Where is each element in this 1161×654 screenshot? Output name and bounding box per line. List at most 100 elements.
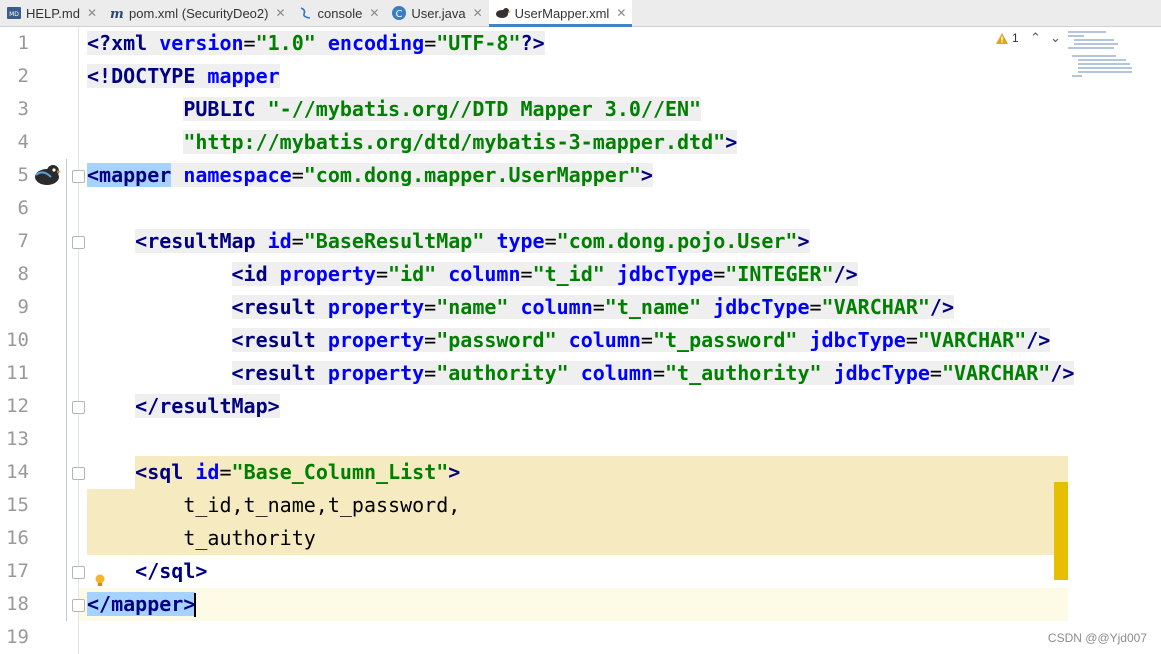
code-line[interactable]: 15 t_id,t_name,t_password, (0, 489, 1161, 522)
tab-label: User.java (411, 5, 466, 21)
token-attr: jdbcType (713, 295, 810, 319)
code-line[interactable]: 7 <resultMap id="BaseResultMap" type="co… (0, 225, 1161, 258)
token-punc (797, 328, 810, 352)
code-line[interactable]: 10 <result property="password" column="t… (0, 324, 1161, 357)
token-val: "UTF-8" (436, 31, 521, 55)
token-val: "Base_Column_List" (231, 460, 449, 484)
tab-label: HELP.md (26, 5, 80, 21)
token-val: "name" (436, 295, 509, 319)
code-text: <resultMap id="BaseResultMap" type="com.… (87, 225, 810, 258)
code-text: </sql> (87, 555, 207, 588)
code-line[interactable]: 6 (0, 192, 1161, 225)
token-punc (436, 262, 449, 286)
token-val: "t_name" (604, 295, 702, 319)
token-tag: > (640, 163, 653, 187)
token-punc (821, 361, 834, 385)
code-line[interactable]: 2 <!DOCTYPE mapper (0, 60, 1161, 93)
code-line[interactable]: 16 t_authority (0, 522, 1161, 555)
code-line[interactable]: 9 <result property="name" column="t_name… (0, 291, 1161, 324)
close-icon[interactable]: ✕ (275, 6, 285, 20)
code-line[interactable]: 3 PUBLIC "-//mybatis.org//DTD Mapper 3.0… (0, 93, 1161, 126)
code-editor[interactable]: 1 ⌃ ⌄ 1 <?xml version="1.0" encoding="UTF… (0, 27, 1161, 654)
token-val: "t_id" (532, 262, 605, 286)
svg-text:MD: MD (9, 11, 19, 18)
token-punc (508, 295, 521, 319)
code-line[interactable]: 11 <result property="authority" column="… (0, 357, 1161, 390)
token-attr: column (568, 328, 641, 352)
watermark: CSDN @@Yjd007 (1047, 631, 1147, 645)
token-val: "VARCHAR" (917, 328, 1027, 352)
fold-end-icon[interactable] (72, 566, 85, 579)
code-text: PUBLIC "-//mybatis.org//DTD Mapper 3.0//… (87, 93, 702, 126)
close-icon[interactable]: ✕ (87, 6, 97, 20)
token-attr: mapper (207, 64, 280, 88)
token-attr: jdbcType (809, 328, 906, 352)
close-icon[interactable]: ✕ (616, 6, 626, 20)
token-tag: <!DOCTYPE (87, 64, 208, 88)
code-text: <?xml version="1.0" encoding="UTF-8"?> (87, 27, 545, 60)
fold-end-icon[interactable] (72, 599, 85, 612)
fold-collapse-icon[interactable] (72, 467, 85, 480)
java-class-icon: C (391, 5, 407, 21)
token-tag: </resultMap> (135, 394, 280, 418)
code-line[interactable]: 14 <sql id="Base_Column_List"> (0, 456, 1161, 489)
token-attr: jdbcType (616, 262, 714, 286)
code-line[interactable]: 13 (0, 423, 1161, 456)
token-val: "password" (436, 328, 557, 352)
line-number: 5 (17, 164, 29, 186)
code-text: <result property="password" column="t_pa… (87, 324, 1051, 357)
svg-text:m: m (110, 7, 124, 20)
line-number: 16 (6, 527, 29, 549)
token-val: "BaseResultMap" (303, 229, 485, 253)
token-attr: encoding (327, 31, 425, 55)
code-line[interactable]: 1 <?xml version="1.0" encoding="UTF-8"?> (0, 27, 1161, 60)
token-val: "1.0" (255, 31, 316, 55)
token-val: "VARCHAR" (941, 361, 1051, 385)
fold-end-icon[interactable] (72, 401, 85, 414)
token-punc: = (520, 262, 533, 286)
code-line[interactable]: 19 (0, 621, 1161, 654)
code-line[interactable]: 12 </resultMap> (0, 390, 1161, 423)
token-tag: <resultMap (135, 229, 268, 253)
fold-collapse-icon[interactable] (72, 170, 85, 183)
token-punc: = (291, 229, 304, 253)
line-number: 14 (6, 461, 29, 483)
token-punc: = (652, 361, 665, 385)
code-text: <id property="id" column="t_id" jdbcType… (87, 258, 858, 291)
code-text: </resultMap> (87, 390, 280, 423)
code-line[interactable]: 5 <mapper namespace="com.dong.mapper.User… (0, 159, 1161, 192)
tab-usermapper-xml[interactable]: UserMapper.xml ✕ (488, 0, 633, 27)
token-attr: id (267, 229, 292, 253)
token-punc: = (640, 328, 653, 352)
code-line[interactable]: 4 "http://mybatis.org/dtd/mybatis-3-mapp… (0, 126, 1161, 159)
token-text: t_id,t_name,t_password, (87, 493, 461, 517)
tab-pom-xml-securitydeo2[interactable]: m pom.xml (SecurityDeo2) ✕ (103, 0, 292, 26)
fold-collapse-icon[interactable] (72, 236, 85, 249)
token-tag: > (797, 229, 810, 253)
token-attr: column (448, 262, 521, 286)
code-line[interactable]: 8 <id property="id" column="t_id" jdbcTy… (0, 258, 1161, 291)
token-attr: namespace (183, 163, 292, 187)
tab-user-java[interactable]: C User.java ✕ (385, 0, 488, 26)
token-punc: = (544, 229, 557, 253)
code-text: <result property="authority" column="t_a… (87, 357, 1075, 390)
line-number: 1 (17, 32, 29, 54)
line-number: 13 (6, 428, 29, 450)
close-icon[interactable]: ✕ (369, 6, 379, 20)
tab-help-md[interactable]: MD HELP.md ✕ (0, 0, 103, 26)
tab-console[interactable]: console ✕ (292, 0, 386, 26)
token-punc: = (376, 262, 389, 286)
tab-label: console (317, 5, 363, 21)
close-icon[interactable]: ✕ (473, 6, 483, 20)
token-pi: ?> (520, 31, 545, 55)
token-tag: <mapper (87, 163, 172, 187)
code-line[interactable]: 17 </sql> (0, 555, 1161, 588)
code-line[interactable]: 18 </mapper> (0, 588, 1161, 621)
line-number: 8 (17, 263, 29, 285)
token-attr: jdbcType (833, 361, 930, 385)
